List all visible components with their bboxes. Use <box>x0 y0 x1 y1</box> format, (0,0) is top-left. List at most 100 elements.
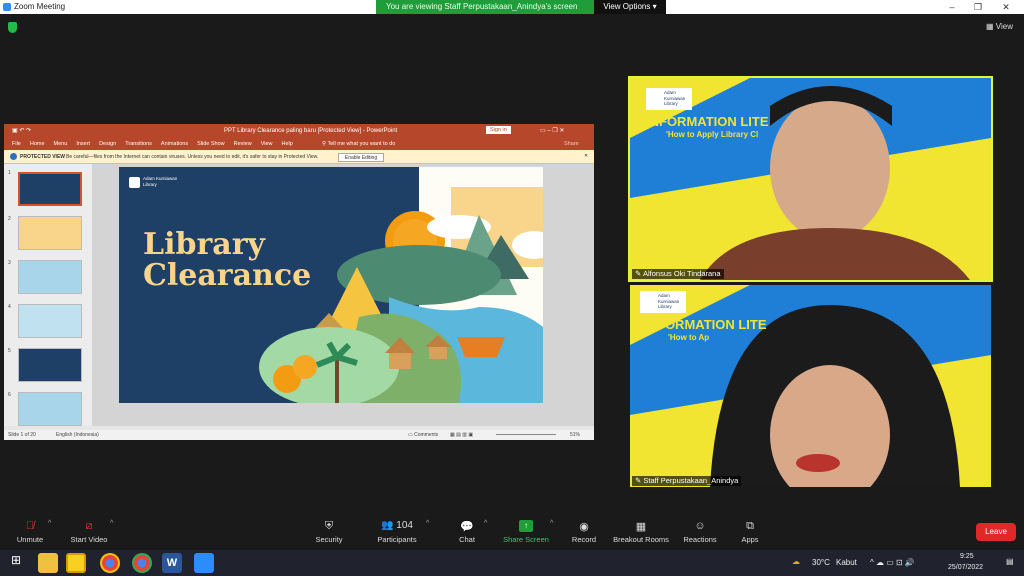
library-logo-icon <box>129 177 140 188</box>
clock-time[interactable]: 9:25 <box>960 553 974 560</box>
muted-mic-icon: 🎙̸ <box>25 520 35 532</box>
slide-number: 4 <box>8 304 11 310</box>
comments-button[interactable]: ▭ Comments <box>408 432 438 438</box>
windows-taskbar: ⊞ W ☁ 30°C Kabut ^ ☁ ▭ ⊡ 🔊 9:25 25/07/20… <box>0 550 1024 576</box>
view-button[interactable]: ▦ View <box>986 22 1013 31</box>
language-indicator: English (Indonesia) <box>56 432 99 438</box>
view-options-button[interactable]: View Options ▾ <box>594 0 666 14</box>
slide-number: 6 <box>8 392 11 398</box>
chrome-icon[interactable] <box>100 553 120 573</box>
slide-thumbnail[interactable] <box>18 304 82 338</box>
encryption-shield-icon[interactable] <box>8 22 17 33</box>
security-button[interactable]: ⛨ Security <box>312 520 346 544</box>
word-icon[interactable]: W <box>162 553 182 573</box>
ribbon-tab-menu[interactable]: Menu <box>54 141 68 147</box>
ribbon-tab-help[interactable]: Help <box>282 141 293 147</box>
reactions-label: Reactions <box>683 535 717 544</box>
participant-video-tile[interactable]: Adam Kurniawan Library INFORMATION LITE … <box>628 76 993 282</box>
comments-label: Comments <box>414 432 439 438</box>
participant-name: ✎ Alfonsus Oki Tindarana <box>632 269 724 279</box>
share-button[interactable]: Share <box>564 141 579 147</box>
sign-in-button[interactable]: Sign in <box>486 126 511 134</box>
background-logo-text: Adam Kurniawan Library <box>658 293 680 309</box>
slide-thumbnail[interactable] <box>18 172 82 206</box>
chrome-icon[interactable] <box>132 553 152 573</box>
audio-options-chevron-icon[interactable]: ^ <box>48 520 51 527</box>
share-screen-icon: ↑ <box>519 520 533 532</box>
participants-chevron-icon[interactable]: ^ <box>426 520 429 527</box>
ppt-title-bar: ▣ ↶ ↷ PPT Library Clearance paling baru … <box>4 124 594 138</box>
close-icon[interactable]: ✕ <box>996 0 1016 14</box>
restore-icon[interactable]: ❐ <box>968 0 988 14</box>
ribbon-tab-home[interactable]: Home <box>30 141 45 147</box>
slide-thumbnail[interactable] <box>18 260 82 294</box>
ribbon-tab-transitions[interactable]: Transitions <box>125 141 152 147</box>
ribbon-tab-view[interactable]: View <box>261 141 273 147</box>
viewing-screen-message: You are viewing Staff Perpustakaan_Anind… <box>386 2 578 11</box>
video-options-chevron-icon[interactable]: ^ <box>110 520 113 527</box>
participants-count: 104 <box>396 520 413 531</box>
close-bar-icon[interactable]: ✕ <box>584 153 588 159</box>
view-mode-icons[interactable]: ▦ ▤ ▥ ▣ <box>450 432 473 438</box>
screen-share-banner: You are viewing Staff Perpustakaan_Anind… <box>376 0 666 14</box>
slide-number: 2 <box>8 216 11 222</box>
ribbon-tab-design[interactable]: Design <box>99 141 116 147</box>
tell-me-box[interactable]: ⚲ Tell me what you want to do <box>322 141 404 147</box>
participant-name-label: Alfonsus Oki Tindarana <box>642 269 721 278</box>
participants-button[interactable]: 👥 104 Participants <box>374 520 420 544</box>
ribbon-tab-animations[interactable]: Animations <box>161 141 188 147</box>
participant-video-tile[interactable]: Adam Kurniawan Library INFORMATION LITE … <box>630 285 991 487</box>
chat-label: Chat <box>459 535 475 544</box>
weather-desc[interactable]: Kabut <box>836 558 857 567</box>
reactions-icon: ☺ <box>694 520 706 532</box>
participant-name: ✎ Staff Perpustakaan_Anindya <box>632 476 742 486</box>
video-off-icon: ⧄ <box>85 520 93 532</box>
ribbon-tab-insert[interactable]: Insert <box>76 141 90 147</box>
notifications-icon[interactable]: ▤ <box>1006 557 1014 566</box>
ribbon-tab-review[interactable]: Review <box>234 141 252 147</box>
enable-editing-button[interactable]: Enable Editing <box>338 153 384 162</box>
meeting-toolbar: 🎙̸ Unmute ^ ⧄ Start Video ^ ⛨ Security 👥 10… <box>0 508 1024 550</box>
minimize-icon[interactable]: – <box>942 0 962 14</box>
windows-start-icon[interactable]: ⊞ <box>6 553 26 573</box>
protected-view-label: PROTECTED VIEW <box>20 154 66 160</box>
chat-chevron-icon[interactable]: ^ <box>484 520 487 527</box>
unmute-button[interactable]: 🎙̸ Unmute <box>14 520 46 544</box>
system-tray-icons[interactable]: ^ ☁ ▭ ⊡ 🔊 <box>870 558 915 567</box>
zoom-taskbar-icon[interactable] <box>194 553 214 573</box>
ppt-document-title: PPT Library Clearance paling baru [Prote… <box>224 128 398 134</box>
slide-thumbnail[interactable] <box>18 216 82 250</box>
chat-button[interactable]: 💬 Chat <box>456 520 478 544</box>
chat-icon: 💬 <box>460 521 474 533</box>
file-explorer-icon[interactable] <box>38 553 58 573</box>
shared-screen[interactable]: ▣ ↶ ↷ PPT Library Clearance paling baru … <box>4 124 594 440</box>
view-options-label: View Options <box>603 2 651 11</box>
breakout-rooms-label: Breakout Rooms <box>613 535 669 544</box>
ribbon-tab-slide-show[interactable]: Slide Show <box>197 141 225 147</box>
reactions-button[interactable]: ☺ Reactions <box>682 520 718 544</box>
record-button[interactable]: ◉ Record <box>570 520 598 544</box>
slide-thumbnail[interactable] <box>18 348 82 382</box>
view-label: View <box>995 22 1013 31</box>
slide-number: 1 <box>8 170 11 176</box>
apps-button[interactable]: ⧉ Apps <box>738 520 762 544</box>
slide-thumbnail[interactable] <box>18 392 82 426</box>
weather-temp[interactable]: 30°C <box>812 558 830 567</box>
clock-date[interactable]: 25/07/2022 <box>948 564 983 571</box>
leave-button[interactable]: Leave <box>976 523 1016 541</box>
security-label: Security <box>315 535 343 544</box>
start-video-button[interactable]: ⧄ Start Video <box>68 520 110 544</box>
ppt-status-bar: Slide 1 of 20 English (Indonesia) ▭ Comm… <box>4 430 594 440</box>
ribbon-tab-file[interactable]: File <box>12 141 21 147</box>
breakout-rooms-button[interactable]: ▦ Breakout Rooms <box>612 520 670 544</box>
sticky-notes-icon[interactable] <box>66 553 86 573</box>
participants-label: Participants <box>377 535 417 544</box>
background-logo-text: Adam Kurniawan Library <box>664 90 686 106</box>
participants-icon: 👥 104 <box>381 520 413 531</box>
background-subtitle: 'How to Ap <box>668 333 710 342</box>
background-title: INFORMATION LITE <box>644 317 767 332</box>
record-icon: ◉ <box>579 521 589 533</box>
zoom-slider[interactable] <box>496 434 556 435</box>
share-chevron-icon[interactable]: ^ <box>550 520 553 527</box>
share-screen-button[interactable]: ↑ Share Screen <box>502 520 550 544</box>
